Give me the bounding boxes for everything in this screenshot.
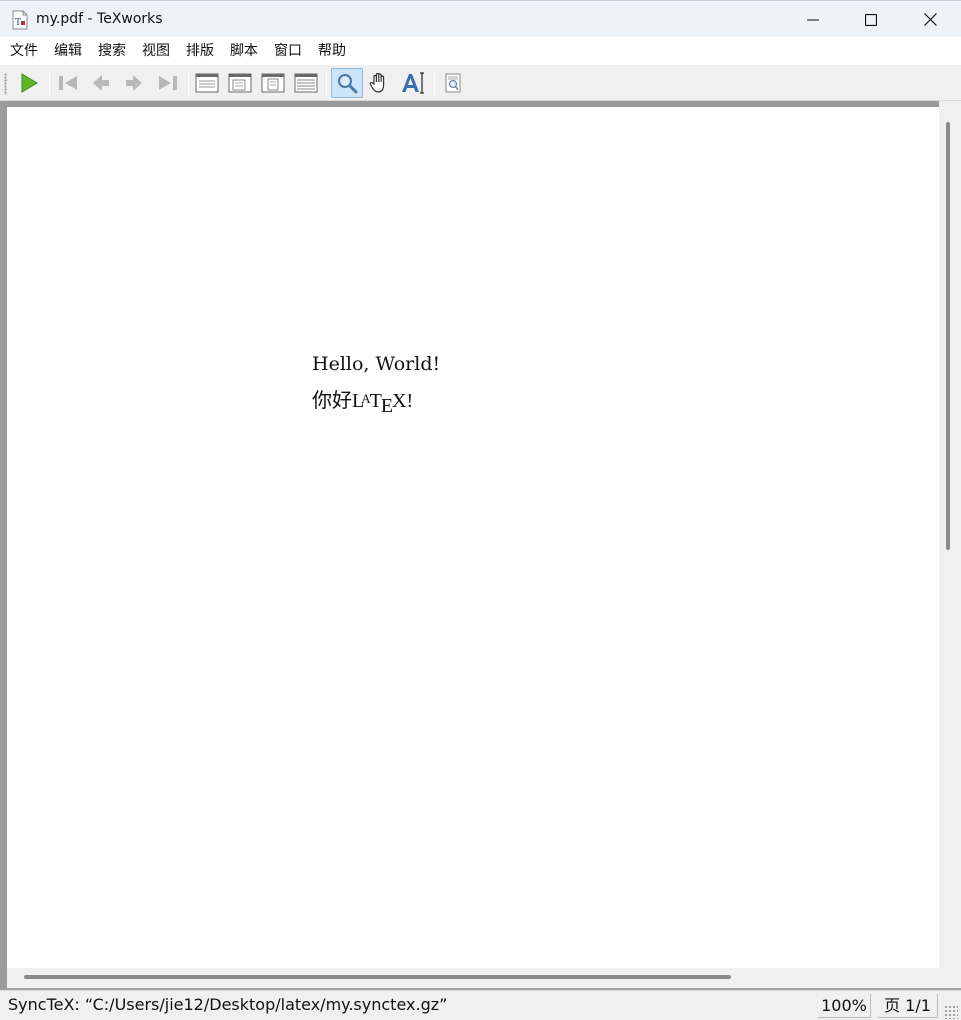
menu-typeset[interactable]: 排版 [178, 37, 222, 65]
menu-window[interactable]: 窗口 [266, 37, 310, 65]
pdf-text-hello: Hello, World! [312, 353, 441, 375]
first-page-icon [59, 76, 77, 90]
zoom-level[interactable]: 100% [818, 994, 871, 1018]
fit-content-icon [294, 73, 318, 93]
page-indicator[interactable]: 页 1/1 [878, 994, 938, 1018]
toolbar-separator [326, 71, 327, 95]
menu-view[interactable]: 视图 [134, 37, 178, 65]
first-page-button[interactable] [53, 68, 83, 98]
window-title: my.pdf - TeXworks [36, 11, 163, 27]
last-page-button[interactable] [153, 68, 183, 98]
svg-text:T: T [15, 18, 21, 28]
next-page-icon [126, 75, 142, 91]
pdf-text-chinese: 你好 [312, 390, 352, 412]
latex-logo: LATE [352, 390, 393, 417]
minimize-icon [807, 19, 819, 20]
minimize-button[interactable] [784, 1, 842, 38]
fit-width-button[interactable] [225, 68, 255, 98]
actual-size-icon [195, 73, 219, 93]
toolbar-separator [49, 71, 50, 95]
menu-help[interactable]: 帮助 [310, 37, 354, 65]
select-text-button[interactable] [398, 68, 428, 98]
menu-edit[interactable]: 编辑 [46, 37, 90, 65]
previous-page-icon [93, 75, 109, 91]
title-bar: T my.pdf - TeXworks [0, 0, 961, 37]
magnify-tool-button[interactable] [331, 68, 363, 98]
fit-window-icon [261, 73, 285, 93]
latex-logo-t: T [369, 390, 382, 412]
next-page-button[interactable] [119, 68, 149, 98]
menu-bar: 文件 编辑 搜索 视图 排版 脚本 窗口 帮助 [0, 37, 961, 65]
typeset-play-icon [21, 73, 38, 93]
viewport-border [0, 101, 7, 991]
menu-scripts[interactable]: 脚本 [222, 37, 266, 65]
pdf-text-suffix: X! [392, 390, 414, 412]
vertical-scroll-thumb[interactable] [946, 122, 950, 550]
goto-source-icon [445, 73, 461, 93]
menu-file[interactable]: 文件 [2, 37, 46, 65]
toolbar-grip[interactable] [4, 73, 7, 95]
toolbar-separator [434, 71, 435, 95]
hand-scroll-icon [369, 72, 385, 93]
pdf-document-icon: T [12, 10, 28, 30]
horizontal-scroll-thumb[interactable] [24, 975, 731, 979]
toolbar [0, 65, 961, 101]
vertical-scrollbar[interactable] [939, 101, 961, 968]
hand-tool-button[interactable] [364, 68, 394, 98]
select-text-icon [402, 72, 424, 94]
magnify-tool-icon [338, 74, 358, 94]
actual-size-button[interactable] [192, 68, 222, 98]
toolbar-separator [188, 71, 189, 95]
pdf-page[interactable] [7, 107, 939, 968]
status-bar: SyncTeX: “C:/Users/jie12/Desktop/latex/m… [0, 990, 961, 1020]
fit-window-button[interactable] [258, 68, 288, 98]
goto-source-button[interactable] [438, 68, 468, 98]
scrollbar-corner [939, 968, 961, 988]
menu-search[interactable]: 搜索 [90, 37, 134, 65]
synctex-status: SyncTeX: “C:/Users/jie12/Desktop/latex/m… [8, 995, 448, 1014]
resize-grip[interactable] [944, 1005, 958, 1019]
last-page-icon [159, 76, 177, 90]
close-icon [923, 13, 937, 26]
close-button[interactable] [901, 1, 959, 38]
fit-content-button[interactable] [291, 68, 321, 98]
pdf-text-latex-line: 你好LATEX! [312, 384, 413, 418]
previous-page-button[interactable] [86, 68, 116, 98]
fit-width-icon [228, 73, 252, 93]
typeset-button[interactable] [14, 68, 44, 98]
maximize-icon [865, 13, 877, 26]
maximize-button[interactable] [842, 1, 900, 38]
